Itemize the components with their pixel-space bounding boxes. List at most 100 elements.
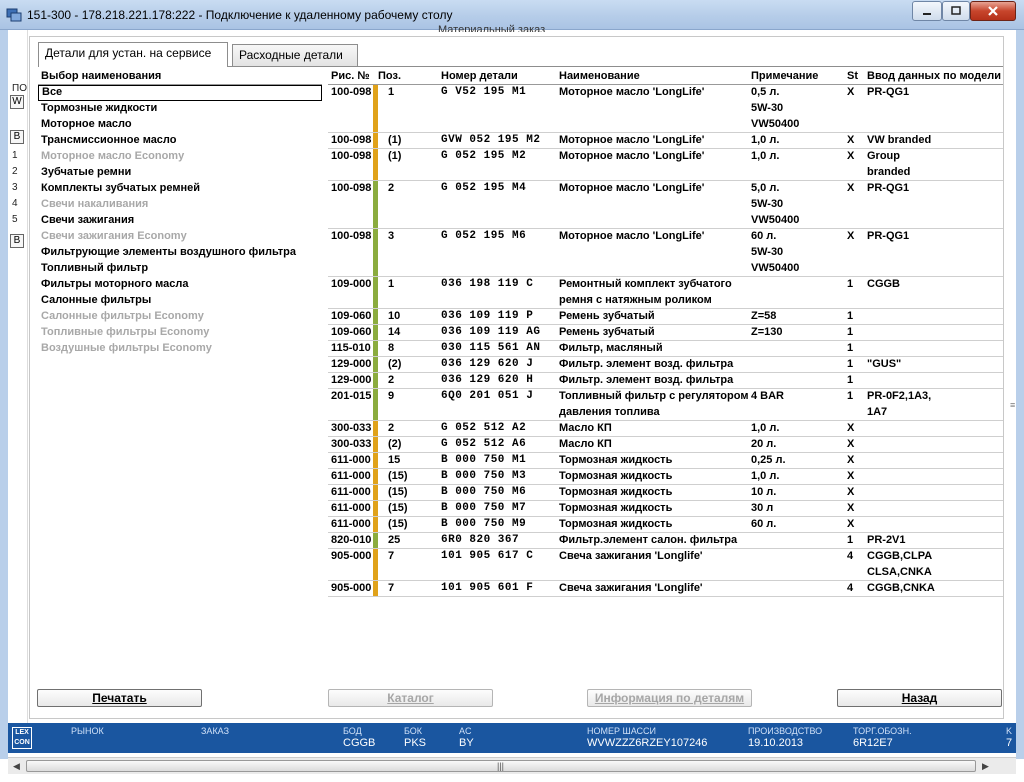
- scroll-left-arrow-icon[interactable]: ◀: [9, 759, 24, 774]
- table-row[interactable]: 820-010 25 6R0 820 367 Фильтр.элемент салон…: [328, 533, 1003, 549]
- table-row[interactable]: 100-098 2 G 052 195 M4 Моторное масло 'Long…: [328, 181, 1003, 229]
- cell-part: B 000 750 M6: [441, 486, 527, 498]
- col-header-name[interactable]: Наименование: [559, 70, 640, 82]
- background-button: B: [10, 234, 24, 248]
- cell-part: 036 109 119 AG: [441, 326, 541, 338]
- table-row[interactable]: 300-033 (2) G 052 512 A6 Масло КП 20 л. X: [328, 437, 1003, 453]
- cell-name: Ремень зубчатый: [559, 326, 655, 338]
- availability-bar: [373, 533, 378, 548]
- category-item[interactable]: Моторное масло: [38, 117, 322, 133]
- cell-fig: 129-000: [331, 358, 372, 370]
- table-row[interactable]: 100-098 3 G 052 195 M6 Моторное масло 'Long…: [328, 229, 1003, 277]
- table-row[interactable]: 129-000 (2) 036 129 620 J Фильтр. элемент в…: [328, 357, 1003, 373]
- cell-st: X: [847, 486, 855, 498]
- horizontal-scrollbar[interactable]: ◀ ||| ▶: [8, 757, 1016, 774]
- cell-note: Z=58: [751, 310, 777, 322]
- table-row[interactable]: 611-000 (15) B 000 750 M7 Тормозная жидкост…: [328, 501, 1003, 517]
- availability-bar: [373, 133, 378, 148]
- category-item[interactable]: Свечи зажигания: [38, 213, 322, 229]
- print-button[interactable]: Печатать: [37, 689, 202, 707]
- tab-service-parts[interactable]: Детали для устан. на сервисе: [38, 42, 228, 67]
- table-row[interactable]: 611-000 (15) B 000 750 M9 Тормозная жидкост…: [328, 517, 1003, 533]
- status-label-k: K: [1006, 726, 1013, 736]
- table-row[interactable]: 100-098 (1) GVW 052 195 M2 Моторное масло '…: [328, 133, 1003, 149]
- close-window-button[interactable]: [970, 1, 1016, 21]
- cell-part: G 052 512 A6: [441, 438, 527, 450]
- tab-consumables[interactable]: Расходные детали: [232, 44, 358, 66]
- cell-model: PR-2V1: [867, 534, 906, 546]
- category-item[interactable]: Тормозные жидкости: [38, 101, 322, 117]
- table-row[interactable]: 109-000 1 036 198 119 C Ремонтный комплект …: [328, 277, 1003, 309]
- cell-name: Фильтр.элемент салон. фильтра: [559, 534, 738, 546]
- cell-note: 4 BAR: [751, 390, 785, 402]
- table-row[interactable]: 201-015 9 6Q0 201 051 J Топливный фильтр с …: [328, 389, 1003, 421]
- table-row[interactable]: 611-000 (15) B 000 750 M6 Тормозная жидкост…: [328, 485, 1003, 501]
- cell-st: 1: [847, 390, 854, 402]
- table-row[interactable]: 611-000 (15) B 000 750 M3 Тормозная жидкост…: [328, 469, 1003, 485]
- category-item[interactable]: Комплекты зубчатых ремней: [38, 181, 322, 197]
- col-header-note[interactable]: Примечание: [751, 70, 818, 82]
- table-row[interactable]: 100-098 1 G V52 195 M1 Моторное масло 'Long…: [328, 85, 1003, 133]
- cell-model: branded: [867, 166, 911, 178]
- col-header-fig[interactable]: Рис. №: [331, 70, 370, 82]
- table-row[interactable]: 905-000 7 101 905 617 C Свеча зажигания 'Lo…: [328, 549, 1003, 581]
- table-row[interactable]: 100-098 (1) G 052 195 M2 Моторное масло 'Lo…: [328, 149, 1003, 181]
- category-item[interactable]: Все: [38, 85, 322, 101]
- category-item[interactable]: Фильтрующие элементы воздушного фильтра: [38, 245, 322, 261]
- table-row[interactable]: 905-000 7 101 905 601 F Свеча зажигания 'Lo…: [328, 581, 1003, 597]
- vehicle-statusbar: LEX CON РЫНОК ЗАКАЗ БОД CGGB БОК PKS AC …: [8, 723, 1016, 753]
- category-item[interactable]: Трансмиссионное масло: [38, 133, 322, 149]
- back-button[interactable]: Назад: [837, 689, 1002, 707]
- cell-name: Фильтр, масляный: [559, 342, 663, 354]
- cell-fig: 109-060: [331, 310, 372, 322]
- status-value-model: 6R12E7: [853, 737, 893, 749]
- table-row[interactable]: 109-060 10 036 109 119 P Ремень зубчатый Z=5…: [328, 309, 1003, 325]
- availability-bar: [373, 229, 378, 276]
- col-header-pos[interactable]: Поз.: [378, 70, 401, 82]
- cell-name: Тормозная жидкость: [559, 502, 673, 514]
- category-item[interactable]: Топливный фильтр: [38, 261, 322, 277]
- status-value-axle: BY: [459, 737, 474, 749]
- availability-bar: [373, 357, 378, 372]
- cell-st: 1: [847, 358, 854, 370]
- status-value-engine: CGGB: [343, 737, 376, 749]
- availability-bar: [373, 437, 378, 452]
- cell-note: 5,0 л.: [751, 182, 780, 194]
- cell-name: Масло КП: [559, 438, 612, 450]
- cell-pos: 8: [388, 342, 395, 354]
- cell-st: 1: [847, 374, 854, 386]
- cell-pos: 3: [388, 230, 395, 242]
- scrollbar-thumb[interactable]: |||: [26, 760, 976, 772]
- table-row[interactable]: 300-033 2 G 052 512 A2 Масло КП 1,0 л. X: [328, 421, 1003, 437]
- category-item[interactable]: Фильтры моторного масла: [38, 277, 322, 293]
- minimize-button[interactable]: [912, 1, 942, 21]
- table-row[interactable]: 109-060 14 036 109 119 AG Ремень зубчатый Z=…: [328, 325, 1003, 341]
- cell-st: X: [847, 518, 855, 530]
- cell-fig: 100-098: [331, 134, 372, 146]
- col-header-model[interactable]: Ввод данных по модели: [867, 70, 1001, 82]
- cell-part: 036 129 620 H: [441, 374, 534, 386]
- cell-pos: 2: [388, 182, 395, 194]
- cell-pos: (15): [388, 470, 408, 482]
- table-row[interactable]: 115-010 8 030 115 561 AN Фильтр, масляный 1: [328, 341, 1003, 357]
- parts-info-button[interactable]: Информация по деталям: [587, 689, 752, 707]
- catalog-button[interactable]: Каталог: [328, 689, 493, 707]
- availability-bar: [373, 325, 378, 340]
- cell-note: 20 л.: [751, 438, 777, 450]
- cell-st: 1: [847, 342, 854, 354]
- table-row[interactable]: 129-000 2 036 129 620 H Фильтр. элемент воз…: [328, 373, 1003, 389]
- maximize-button[interactable]: [942, 1, 970, 21]
- col-header-st[interactable]: St: [847, 70, 858, 82]
- col-header-part[interactable]: Номер детали: [441, 70, 518, 82]
- status-value-k: 7: [1006, 737, 1013, 749]
- status-value-production: 19.10.2013: [748, 737, 804, 749]
- table-row[interactable]: 611-000 15 B 000 750 M1 Тормозная жидкость 0…: [328, 453, 1003, 469]
- cell-pos: (2): [388, 438, 402, 450]
- cell-pos: 7: [388, 550, 395, 562]
- category-item: Салонные фильтры Economy: [41, 310, 204, 322]
- cell-model: CGGB,CNKA: [867, 582, 935, 594]
- category-item[interactable]: Зубчатые ремни: [38, 165, 322, 181]
- category-item[interactable]: Салонные фильтры: [38, 293, 322, 309]
- scroll-right-arrow-icon[interactable]: ▶: [978, 759, 993, 774]
- cell-model: PR-QG1: [867, 86, 910, 98]
